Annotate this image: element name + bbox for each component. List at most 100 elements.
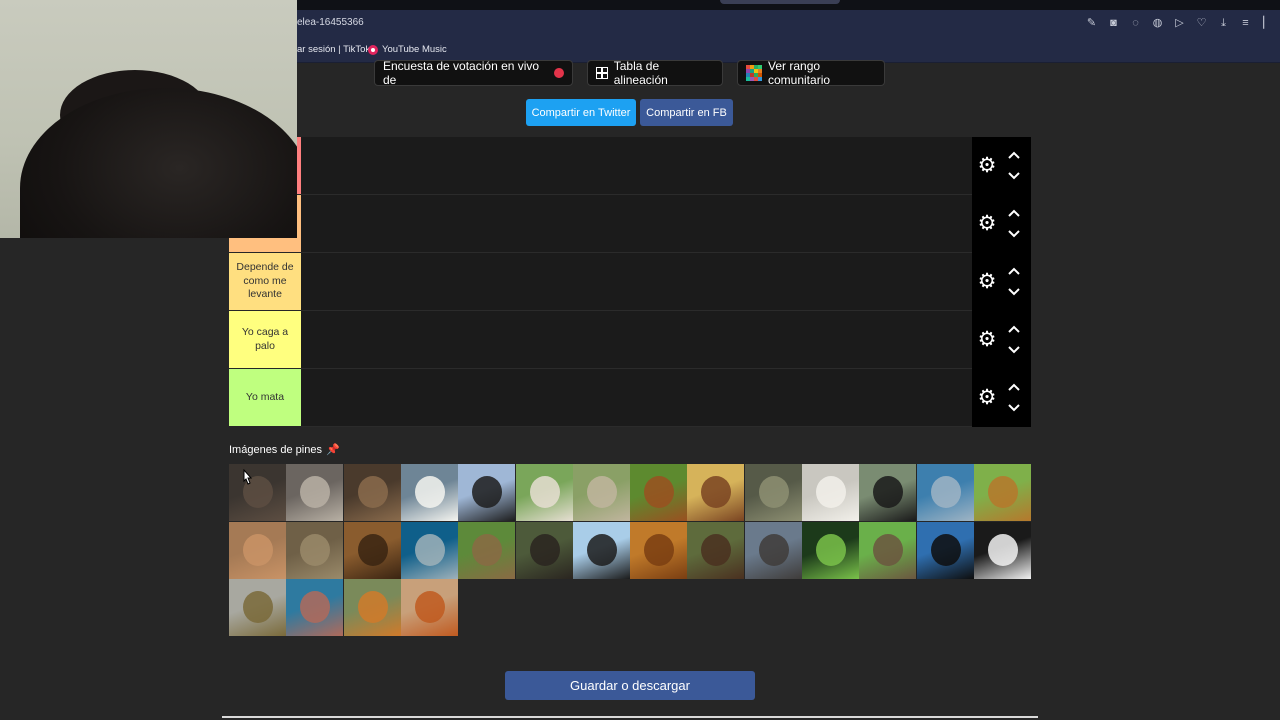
- tier-label[interactable]: Yo caga a palo: [229, 311, 301, 368]
- pin-image-orca[interactable]: [916, 521, 974, 579]
- mosaic-icon: [746, 65, 762, 81]
- menu-icon[interactable]: ≡: [1239, 16, 1252, 30]
- tier-drop-zone[interactable]: [301, 195, 972, 253]
- pin-image-tiger[interactable]: [343, 579, 401, 636]
- tier-row: Depende de como me levante ⚙: [229, 253, 1031, 311]
- save-download-button[interactable]: Guardar o descargar: [505, 671, 755, 700]
- bookmark-label: ar sesión | TikTok: [297, 44, 371, 55]
- pin-image-octopus[interactable]: [286, 579, 344, 636]
- pin-image-capybara[interactable]: [458, 521, 516, 579]
- pin-image-otter[interactable]: [859, 521, 917, 579]
- grid-icon: [596, 67, 608, 79]
- gear-icon[interactable]: ⚙: [977, 387, 997, 408]
- youtube-music-icon: [368, 44, 378, 55]
- tier-row: ⚙: [229, 137, 1031, 195]
- chevron-up-icon[interactable]: [1006, 323, 1022, 335]
- pin-image-lion[interactable]: [630, 521, 688, 579]
- chevron-down-icon[interactable]: [1006, 344, 1022, 356]
- divider: [222, 716, 1038, 718]
- gear-icon[interactable]: ⚙: [977, 213, 997, 234]
- pin-image-fox[interactable]: [400, 579, 458, 636]
- pin-image-panda[interactable]: [973, 521, 1031, 579]
- chevron-up-icon[interactable]: [1006, 381, 1022, 393]
- pins-title: Imágenes de pines 📌: [229, 443, 340, 457]
- globe-icon[interactable]: ◍: [1151, 16, 1164, 30]
- pin-image-goat[interactable]: [515, 464, 573, 521]
- download-icon[interactable]: ⤓: [1217, 16, 1230, 30]
- pin-image-eagle[interactable]: [400, 464, 458, 521]
- bookmark-youtube-music[interactable]: YouTube Music: [368, 44, 447, 55]
- pin-image-sloth[interactable]: [572, 464, 630, 521]
- tier-controls: ⚙: [972, 369, 1031, 427]
- pin-image-shark[interactable]: [400, 521, 458, 579]
- bookmark-label: YouTube Music: [382, 44, 447, 55]
- mouse-cursor-icon: [243, 469, 253, 485]
- chevron-down-icon[interactable]: [1006, 286, 1022, 298]
- tier-row: Yo caga a palo ⚙: [229, 311, 1031, 369]
- pin-image-cow[interactable]: [458, 464, 516, 521]
- active-tab-hint[interactable]: [720, 0, 840, 4]
- tier-drop-zone[interactable]: [301, 137, 972, 195]
- webcam-overlay: [0, 0, 297, 238]
- pin-image-moose[interactable]: [687, 521, 745, 579]
- tier-label[interactable]: Depende de como me levante: [229, 253, 301, 310]
- pin-image-wild-boar[interactable]: [515, 521, 573, 579]
- pin-image-rhino[interactable]: [744, 521, 802, 579]
- profile-icon[interactable]: ▏: [1261, 16, 1274, 30]
- edit-icon[interactable]: ✎: [1085, 16, 1098, 30]
- tier-drop-zone[interactable]: [301, 253, 972, 311]
- pin-image-hen[interactable]: [630, 464, 688, 521]
- tier-row: Yo mata ⚙: [229, 369, 1031, 427]
- pin-image-dolphin[interactable]: [916, 464, 974, 521]
- pushpin-icon: 📌: [325, 444, 340, 456]
- play-icon[interactable]: ▷: [1173, 16, 1186, 30]
- share-facebook-button[interactable]: Compartir en FB: [640, 99, 733, 126]
- heart-icon[interactable]: ♡: [1195, 16, 1208, 30]
- tier-controls: ⚙: [972, 253, 1031, 311]
- pin-image-squirrel[interactable]: [973, 464, 1031, 521]
- camera-icon[interactable]: ◙: [1107, 16, 1120, 30]
- pin-image-carp[interactable]: [229, 579, 286, 636]
- pin-image-platypus[interactable]: [229, 464, 286, 521]
- tier-drop-zone[interactable]: [301, 369, 972, 427]
- tier-controls: ⚙: [972, 195, 1031, 253]
- live-dot-icon: [554, 68, 564, 78]
- pin-image-snake[interactable]: [802, 521, 859, 579]
- pin-image-hippo[interactable]: [286, 521, 344, 579]
- alignment-chart-button[interactable]: Tabla de alineación: [587, 59, 723, 87]
- live-poll-label: Encuesta de votación en vivo de: [383, 59, 540, 87]
- pin-image-crocodile[interactable]: [744, 464, 802, 521]
- pin-image-sheep[interactable]: [802, 464, 859, 521]
- bookmark-tiktok[interactable]: ar sesión | TikTok: [297, 44, 370, 55]
- community-rank-button[interactable]: Ver rango comunitario: [737, 59, 885, 87]
- tier-row: ⚙: [229, 195, 1031, 253]
- chevron-up-icon[interactable]: [1006, 149, 1022, 161]
- pin-image-guinea-pig[interactable]: [687, 464, 745, 521]
- pin-image-gorilla[interactable]: [859, 464, 917, 521]
- pin-image-donkey[interactable]: [343, 464, 401, 521]
- gear-icon[interactable]: ⚙: [977, 271, 997, 292]
- pin-image-wolf[interactable]: [286, 464, 344, 521]
- browser-toolbar: ✎ ◙ ◌ ◍ ▷ ♡ ⤓ ≡ ▏: [1085, 16, 1274, 30]
- tier-controls: ⚙: [972, 137, 1031, 195]
- community-rank-label: Ver rango comunitario: [768, 59, 831, 87]
- circle-check-icon[interactable]: ◌: [1129, 16, 1142, 30]
- alignment-chart-label: Tabla de alineación: [613, 59, 668, 87]
- pins-title-text: Imágenes de pines: [229, 443, 322, 456]
- chevron-down-icon[interactable]: [1006, 228, 1022, 240]
- chevron-down-icon[interactable]: [1006, 170, 1022, 182]
- gear-icon[interactable]: ⚙: [977, 329, 997, 350]
- pin-image-penguin[interactable]: [572, 521, 630, 579]
- tier-label[interactable]: Yo mata: [229, 369, 301, 426]
- chevron-down-icon[interactable]: [1006, 402, 1022, 414]
- url-text[interactable]: elea-16455366: [297, 17, 364, 28]
- tier-drop-zone[interactable]: [301, 311, 972, 369]
- pin-image-scorpion[interactable]: [343, 521, 401, 579]
- live-poll-button[interactable]: Encuesta de votación en vivo de: [374, 59, 573, 87]
- chevron-up-icon[interactable]: [1006, 207, 1022, 219]
- chevron-up-icon[interactable]: [1006, 265, 1022, 277]
- share-twitter-button[interactable]: Compartir en Twitter: [526, 99, 636, 126]
- gear-icon[interactable]: ⚙: [977, 155, 997, 176]
- tier-controls: ⚙: [972, 311, 1031, 369]
- pin-image-kangaroo[interactable]: [229, 521, 286, 579]
